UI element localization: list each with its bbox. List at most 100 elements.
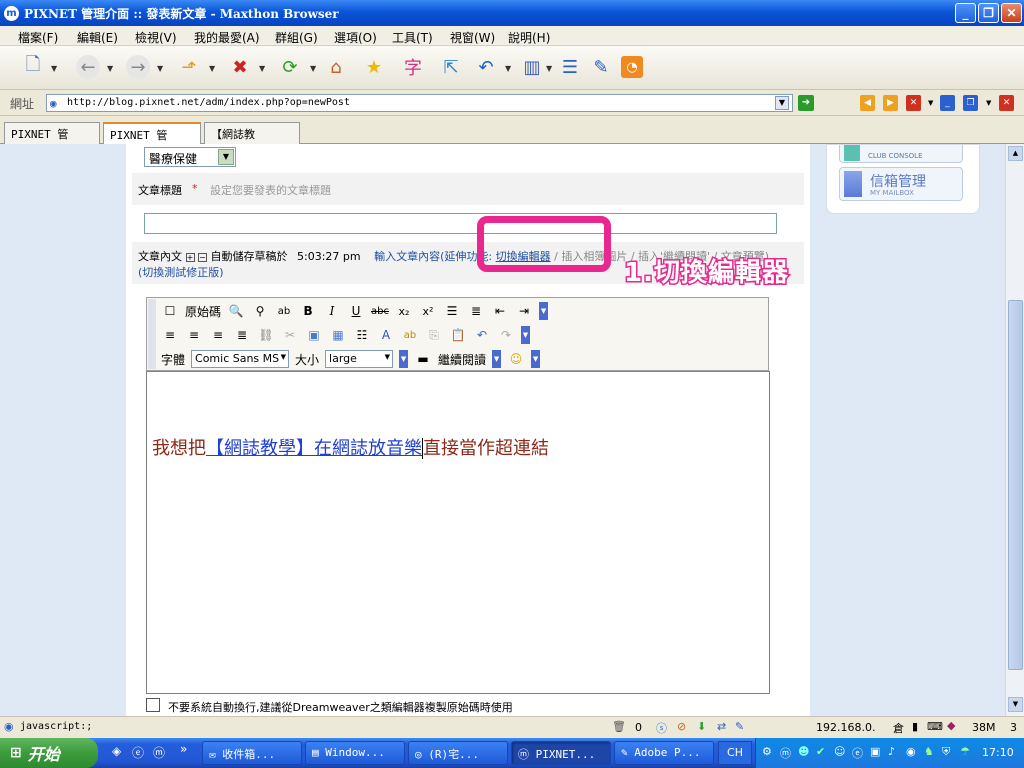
ime-book-icon[interactable]: ◆ [947,719,955,732]
toolbar-collapse-strip[interactable] [148,299,156,369]
tab-pixnet-2[interactable]: PIXNET 管理... [103,122,201,158]
chevron-down-icon[interactable]: ▼ [209,64,215,73]
menu-groups[interactable]: 群組(G) [275,29,318,46]
task-pixnet[interactable]: ⓜ PIXNET... [511,741,611,765]
more-icon[interactable]: ▬ [414,350,432,368]
close-button[interactable]: ✕ [1001,3,1022,23]
tray-maxthon-icon[interactable]: ⓜ [780,745,791,761]
horizontal-rule-icon[interactable]: ☷ [353,326,371,344]
stop-icon[interactable]: ✖ [227,54,253,80]
bold-icon[interactable]: B [299,302,317,320]
title-input[interactable] [144,213,777,234]
tray-buddy-icon[interactable]: ☺ [834,745,845,758]
chevron-down-icon[interactable]: ▼ [385,353,390,361]
task-r[interactable]: ◎ (R)宅... [408,741,508,765]
emoticon-icon[interactable]: ☺ [507,350,525,368]
home-icon[interactable]: ⌂ [323,54,349,80]
forward-icon[interactable]: → [126,55,150,79]
tray-shield-icon[interactable]: ♞ [924,745,934,758]
menu-options[interactable]: 選項(O) [334,29,377,46]
source-button[interactable]: 原始碼 [185,303,221,320]
close-all-icon[interactable]: ✕ [999,95,1014,111]
find-icon[interactable]: ⚲ [251,302,269,320]
outdent-icon[interactable]: ⇤ [491,302,509,320]
chevron-down-icon[interactable]: ▼ [218,149,234,165]
up-icon[interactable]: ⬏ [176,54,202,80]
clock[interactable]: 17:10 [982,746,1014,759]
menu-window[interactable]: 視窗(W) [450,29,495,46]
align-right-icon[interactable]: ≡ [209,326,227,344]
columns-icon[interactable]: ▥ [519,54,545,80]
tray-antivirus-icon[interactable]: ◉ [906,745,916,758]
underline-icon[interactable]: U [347,302,365,320]
start-button[interactable]: ⊞ 开始 [0,738,98,768]
club-console-button[interactable]: CLUB CONSOLE [839,145,963,163]
save-page-icon[interactable]: ⇱ [438,54,464,80]
scroll-thumb[interactable] [1008,300,1023,670]
new-page-icon[interactable]: 🗋 [20,54,46,80]
editor-content-area[interactable]: 我想把【網誌教學】在網誌放音樂直接當作超連結 [146,371,770,694]
menu-file[interactable]: 檔案(F) [18,29,58,46]
keyboard-icon[interactable]: ⌨ [927,720,943,733]
font-select[interactable]: Comic Sans MS ▼ [191,350,290,368]
chevron-down-icon[interactable]: ▼ [539,302,549,320]
justify-icon[interactable]: ≣ [233,326,251,344]
input-content-link[interactable]: 輸入文章內容( [374,250,444,263]
chevron-down-icon[interactable]: ▼ [310,64,316,73]
menu-tools[interactable]: 工具(T) [392,29,433,46]
menu-view[interactable]: 檢視(V) [135,29,177,46]
proxy-icon[interactable]: ⇄ [717,720,726,733]
address-dropdown[interactable]: ▼ [775,96,789,110]
align-center-icon[interactable]: ≡ [185,326,203,344]
close-tab-icon[interactable]: ✕ [906,95,921,111]
ime-label[interactable]: 倉 [893,720,904,736]
tray-security-icon[interactable]: ⛨ [942,745,950,759]
popup-icon[interactable]: ⊘ [677,720,686,733]
chevron-down-icon[interactable]: ▼ [259,64,265,73]
link-icon[interactable]: ⛓ [257,326,275,344]
category-select[interactable]: 醫療保健 ▼ [144,147,236,167]
menu-favorites[interactable]: 我的最愛(A) [194,29,260,46]
quicklaunch-icon[interactable]: ◈ [112,744,121,758]
translate-icon[interactable]: 字 [400,54,426,80]
edit-icon[interactable]: ✎ [588,54,614,80]
go-icon[interactable]: ➜ [798,95,814,111]
maximize-button[interactable]: ❐ [978,3,999,23]
chevron-down-icon[interactable]: ▼ [399,350,409,368]
favorites-star-icon[interactable]: ★ [361,54,387,80]
copy-icon[interactable]: ⎘ [425,326,443,344]
indent-icon[interactable]: ⇥ [515,302,533,320]
task-window[interactable]: ▤ Window... [305,741,405,765]
font-color-icon[interactable]: A [377,326,395,344]
chevron-down-icon[interactable]: ▼ [531,350,541,368]
mailbox-button[interactable]: 信箱管理 MY MAILBOX [839,167,963,201]
tray-check-icon[interactable]: ✔ [816,745,825,758]
back-icon[interactable]: ← [76,55,100,79]
language-indicator[interactable]: CH [718,741,752,765]
tray-ie-icon[interactable]: ⓔ [852,745,863,761]
unordered-list-icon[interactable]: ≣ [467,302,485,320]
paste-icon[interactable]: 📋 [449,326,467,344]
tray-messenger-icon[interactable]: ☻ [798,745,809,758]
rss-icon[interactable]: ◔ [621,56,643,78]
editor-hyperlink[interactable]: 【網誌教學】在網誌放音樂 [206,438,422,459]
highlight-icon[interactable]: ab [401,326,419,344]
ordered-list-icon[interactable]: ☰ [443,302,461,320]
undo-icon[interactable]: ↶ [473,54,499,80]
chevron-down-icon[interactable]: ▼ [157,64,163,73]
no-auto-linebreak-checkbox[interactable] [146,698,160,712]
task-inbox[interactable]: ✉ 收件箱... [202,741,302,765]
minimize-tab-icon[interactable]: _ [940,95,955,111]
tab-blog-tutorial[interactable]: 【網誌教學】... [204,122,300,157]
download-icon[interactable]: ⬇ [697,720,706,733]
tray-monitor-icon[interactable]: ▣ [870,745,880,758]
superscript-icon[interactable]: x² [419,302,437,320]
switch-test-link[interactable]: (切換測試修正版) [138,264,224,280]
task-adobe[interactable]: ✎ Adobe P... [614,741,714,765]
strikethrough-icon[interactable]: abc [371,302,389,320]
list-icon[interactable]: ☰ [557,54,583,80]
maxthon-icon[interactable]: ⓜ [153,744,165,761]
chevron-down-icon[interactable]: ▼ [492,350,502,368]
more-button[interactable]: 繼續閱讀 [438,351,486,368]
replace-icon[interactable]: ab [275,302,293,320]
